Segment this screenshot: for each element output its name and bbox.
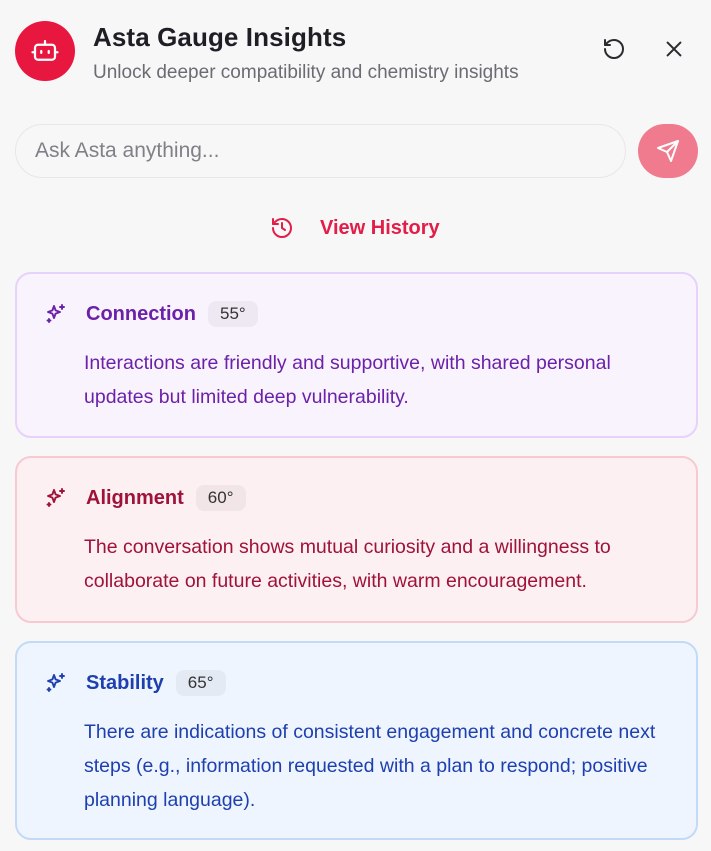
view-history-label: View History	[320, 216, 440, 239]
sparkle-icon	[46, 673, 65, 692]
score-badge: 60°	[195, 485, 246, 511]
history-icon	[272, 218, 292, 238]
insight-card-connection: Connection 55° Interactions are friendly…	[15, 272, 698, 438]
refresh-button[interactable]	[599, 34, 629, 64]
panel-title: Asta Gauge Insights	[93, 22, 347, 52]
panel-header: Asta Gauge Insights Unlock deeper compat…	[15, 0, 696, 104]
card-header: Connection 55°	[44, 301, 258, 327]
card-title: Connection	[86, 302, 196, 325]
send-button[interactable]	[638, 124, 698, 178]
assistant-avatar	[15, 21, 75, 81]
insight-card-stability: Stability 65° There are indications of c…	[15, 641, 698, 840]
card-title: Alignment	[86, 486, 184, 509]
insights-panel: Asta Gauge Insights Unlock deeper compat…	[0, 0, 711, 851]
robot-icon	[31, 39, 59, 61]
ask-input[interactable]	[15, 124, 626, 178]
send-icon	[657, 140, 679, 162]
card-description: Interactions are friendly and supportive…	[84, 352, 611, 408]
ask-bar	[15, 124, 698, 180]
insight-card-alignment: Alignment 60° The conversation shows mut…	[15, 456, 698, 623]
panel-subtitle: Unlock deeper compatibility and chemistr…	[93, 62, 519, 83]
refresh-icon	[604, 39, 624, 59]
card-title: Stability	[86, 671, 164, 694]
card-header: Alignment 60°	[44, 485, 246, 511]
sparkle-icon	[46, 304, 65, 323]
close-icon	[666, 41, 682, 57]
score-badge: 55°	[208, 301, 258, 327]
card-description: There are indications of consistent enga…	[84, 721, 656, 811]
view-history-link[interactable]: View History	[270, 212, 440, 244]
card-header: Stability 65°	[44, 670, 226, 696]
close-button[interactable]	[659, 34, 689, 64]
score-badge: 65°	[175, 670, 226, 696]
sparkle-icon	[46, 488, 65, 507]
card-description: The conversation shows mutual curiosity …	[84, 536, 611, 592]
